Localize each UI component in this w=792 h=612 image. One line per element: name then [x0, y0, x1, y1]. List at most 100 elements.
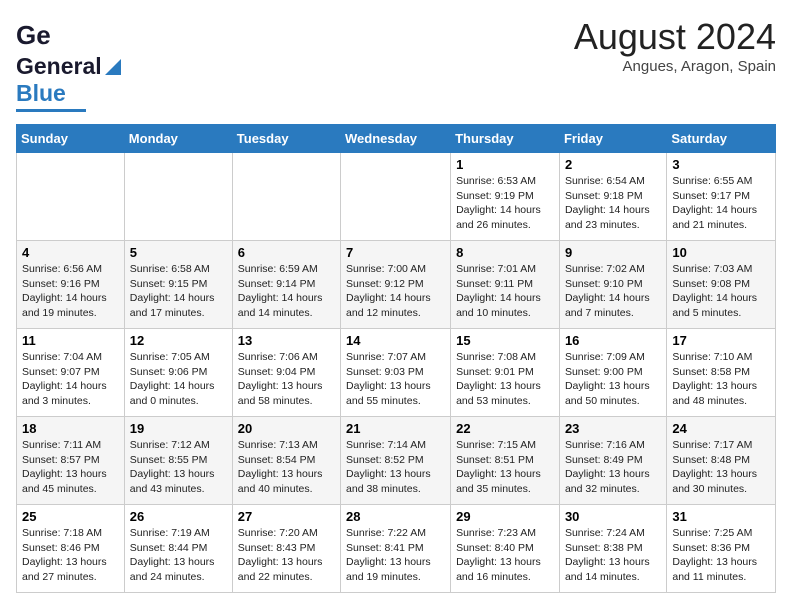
logo-triangle-icon [103, 57, 123, 77]
calendar-cell [124, 153, 232, 241]
day-number: 29 [456, 509, 554, 524]
calendar-cell: 4 Sunrise: 6:56 AM Sunset: 9:16 PM Daylig… [17, 241, 125, 329]
day-info: Sunrise: 6:58 AM Sunset: 9:15 PM Dayligh… [130, 262, 227, 321]
calendar-cell: 22Sunrise: 7:15 AM Sunset: 8:51 PM Dayli… [451, 417, 560, 505]
day-info: Sunrise: 7:10 AM Sunset: 8:58 PM Dayligh… [672, 350, 770, 409]
day-info: Sunrise: 6:54 AM Sunset: 9:18 PM Dayligh… [565, 174, 661, 233]
day-of-week-header: Monday [124, 125, 232, 153]
day-info: Sunrise: 7:05 AM Sunset: 9:06 PM Dayligh… [130, 350, 227, 409]
day-info: Sunrise: 7:07 AM Sunset: 9:03 PM Dayligh… [346, 350, 445, 409]
day-number: 4 [22, 245, 119, 260]
day-number: 21 [346, 421, 445, 436]
calendar-cell: 7Sunrise: 7:00 AM Sunset: 9:12 PM Daylig… [341, 241, 451, 329]
calendar-cell: 1 Sunrise: 6:53 AM Sunset: 9:19 PM Daylig… [451, 153, 560, 241]
calendar-cell: 10Sunrise: 7:03 AM Sunset: 9:08 PM Dayli… [667, 241, 776, 329]
day-number: 25 [22, 509, 119, 524]
calendar-cell: 8 Sunrise: 7:01 AM Sunset: 9:11 PM Daylig… [451, 241, 560, 329]
day-number: 24 [672, 421, 770, 436]
day-of-week-header: Wednesday [341, 125, 451, 153]
page-header: General General Blue August 2024 Angues,… [16, 16, 776, 112]
day-info: Sunrise: 7:25 AM Sunset: 8:36 PM Dayligh… [672, 526, 770, 585]
day-number: 5 [130, 245, 227, 260]
day-info: Sunrise: 7:09 AM Sunset: 9:00 PM Dayligh… [565, 350, 661, 409]
logo-icon: General [16, 16, 52, 57]
day-of-week-header: Tuesday [232, 125, 340, 153]
day-info: Sunrise: 7:22 AM Sunset: 8:41 PM Dayligh… [346, 526, 445, 585]
day-info: Sunrise: 6:53 AM Sunset: 9:19 PM Dayligh… [456, 174, 554, 233]
calendar-cell: 16 Sunrise: 7:09 AM Sunset: 9:00 PM Dayli… [559, 329, 666, 417]
day-info: Sunrise: 7:06 AM Sunset: 9:04 PM Dayligh… [238, 350, 335, 409]
day-number: 3 [672, 157, 770, 172]
day-info: Sunrise: 7:14 AM Sunset: 8:52 PM Dayligh… [346, 438, 445, 497]
calendar-cell [341, 153, 451, 241]
calendar-cell: 31 Sunrise: 7:25 AM Sunset: 8:36 PM Dayli… [667, 505, 776, 593]
calendar-cell: 29 Sunrise: 7:23 AM Sunset: 8:40 PM Dayli… [451, 505, 560, 593]
month-year-title: August 2024 [574, 16, 776, 58]
day-info: Sunrise: 6:56 AM Sunset: 9:16 PM Dayligh… [22, 262, 119, 321]
calendar-cell: 5 Sunrise: 6:58 AM Sunset: 9:15 PM Daylig… [124, 241, 232, 329]
day-number: 23 [565, 421, 661, 436]
day-number: 26 [130, 509, 227, 524]
day-number: 18 [22, 421, 119, 436]
logo-blue: Blue [16, 80, 66, 107]
svg-text:General: General [16, 20, 52, 50]
day-info: Sunrise: 7:18 AM Sunset: 8:46 PM Dayligh… [22, 526, 119, 585]
title-area: August 2024 Angues, Aragon, Spain [574, 16, 776, 75]
day-number: 16 [565, 333, 661, 348]
day-info: Sunrise: 7:19 AM Sunset: 8:44 PM Dayligh… [130, 526, 227, 585]
day-info: Sunrise: 7:23 AM Sunset: 8:40 PM Dayligh… [456, 526, 554, 585]
day-info: Sunrise: 7:04 AM Sunset: 9:07 PM Dayligh… [22, 350, 119, 409]
logo-general: General [16, 53, 102, 80]
day-number: 27 [238, 509, 335, 524]
calendar-cell: 30 Sunrise: 7:24 AM Sunset: 8:38 PM Dayli… [559, 505, 666, 593]
day-number: 31 [672, 509, 770, 524]
calendar-cell: 21 Sunrise: 7:14 AM Sunset: 8:52 PM Dayli… [341, 417, 451, 505]
day-info: Sunrise: 7:08 AM Sunset: 9:01 PM Dayligh… [456, 350, 554, 409]
calendar-table: SundayMondayTuesdayWednesdayThursdayFrid… [16, 124, 776, 593]
calendar-cell [232, 153, 340, 241]
day-number: 2 [565, 157, 661, 172]
day-number: 15 [456, 333, 554, 348]
calendar-cell: 17 Sunrise: 7:10 AM Sunset: 8:58 PM Dayli… [667, 329, 776, 417]
day-info: Sunrise: 7:01 AM Sunset: 9:11 PM Dayligh… [456, 262, 554, 321]
calendar-cell: 9Sunrise: 7:02 AM Sunset: 9:10 PM Daylig… [559, 241, 666, 329]
day-info: Sunrise: 7:12 AM Sunset: 8:55 PM Dayligh… [130, 438, 227, 497]
day-info: Sunrise: 7:17 AM Sunset: 8:48 PM Dayligh… [672, 438, 770, 497]
calendar-cell: 15 Sunrise: 7:08 AM Sunset: 9:01 PM Dayli… [451, 329, 560, 417]
day-number: 1 [456, 157, 554, 172]
calendar-cell: 3 Sunrise: 6:55 AM Sunset: 9:17 PM Daylig… [667, 153, 776, 241]
day-of-week-header: Thursday [451, 125, 560, 153]
day-info: Sunrise: 7:24 AM Sunset: 8:38 PM Dayligh… [565, 526, 661, 585]
calendar-cell: 28Sunrise: 7:22 AM Sunset: 8:41 PM Dayli… [341, 505, 451, 593]
day-number: 11 [22, 333, 119, 348]
day-info: Sunrise: 7:20 AM Sunset: 8:43 PM Dayligh… [238, 526, 335, 585]
day-info: Sunrise: 6:55 AM Sunset: 9:17 PM Dayligh… [672, 174, 770, 233]
day-number: 10 [672, 245, 770, 260]
calendar-week-row: 4 Sunrise: 6:56 AM Sunset: 9:16 PM Daylig… [17, 241, 776, 329]
calendar-cell: 12Sunrise: 7:05 AM Sunset: 9:06 PM Dayli… [124, 329, 232, 417]
calendar-week-row: 18Sunrise: 7:11 AM Sunset: 8:57 PM Dayli… [17, 417, 776, 505]
location-subtitle: Angues, Aragon, Spain [574, 58, 776, 75]
day-number: 14 [346, 333, 445, 348]
day-number: 30 [565, 509, 661, 524]
calendar-cell: 24 Sunrise: 7:17 AM Sunset: 8:48 PM Dayli… [667, 417, 776, 505]
day-number: 7 [346, 245, 445, 260]
day-info: Sunrise: 7:13 AM Sunset: 8:54 PM Dayligh… [238, 438, 335, 497]
calendar-cell: 14 Sunrise: 7:07 AM Sunset: 9:03 PM Dayli… [341, 329, 451, 417]
day-number: 19 [130, 421, 227, 436]
calendar-cell: 13 Sunrise: 7:06 AM Sunset: 9:04 PM Dayli… [232, 329, 340, 417]
day-number: 17 [672, 333, 770, 348]
calendar-header-row: SundayMondayTuesdayWednesdayThursdayFrid… [17, 125, 776, 153]
day-number: 13 [238, 333, 335, 348]
day-of-week-header: Sunday [17, 125, 125, 153]
calendar-cell: 25 Sunrise: 7:18 AM Sunset: 8:46 PM Dayli… [17, 505, 125, 593]
calendar-cell: 19 Sunrise: 7:12 AM Sunset: 8:55 PM Dayli… [124, 417, 232, 505]
calendar-cell: 20Sunrise: 7:13 AM Sunset: 8:54 PM Dayli… [232, 417, 340, 505]
day-number: 8 [456, 245, 554, 260]
day-info: Sunrise: 7:15 AM Sunset: 8:51 PM Dayligh… [456, 438, 554, 497]
day-of-week-header: Friday [559, 125, 666, 153]
calendar-cell: 27 Sunrise: 7:20 AM Sunset: 8:43 PM Dayli… [232, 505, 340, 593]
calendar-week-row: 11 Sunrise: 7:04 AM Sunset: 9:07 PM Dayli… [17, 329, 776, 417]
day-number: 6 [238, 245, 335, 260]
logo: General General Blue [16, 16, 124, 112]
